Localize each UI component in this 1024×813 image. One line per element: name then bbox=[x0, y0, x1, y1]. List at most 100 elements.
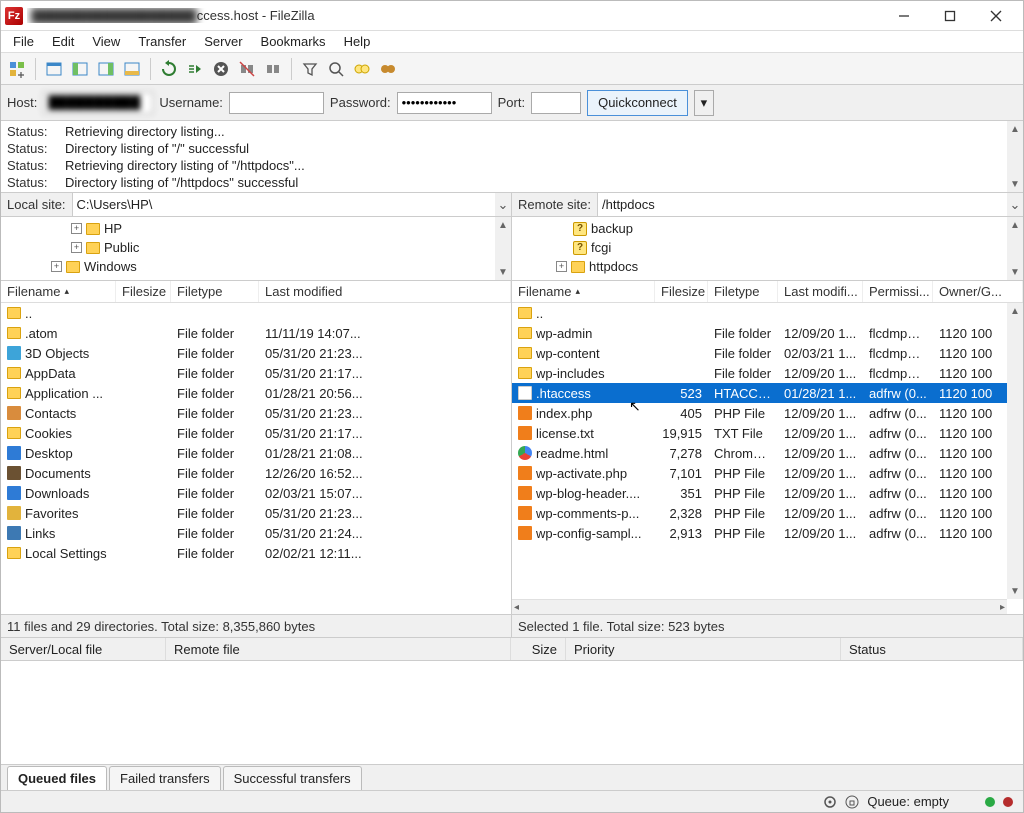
list-item[interactable]: index.php405PHP File12/09/20 1...adfrw (… bbox=[512, 403, 1023, 423]
tab-failed-transfers[interactable]: Failed transfers bbox=[109, 766, 221, 790]
menu-server[interactable]: Server bbox=[196, 32, 250, 51]
tree-item[interactable]: +Public bbox=[7, 238, 505, 257]
reconnect-icon[interactable] bbox=[261, 57, 285, 81]
list-item[interactable]: wp-activate.php7,101PHP File12/09/20 1..… bbox=[512, 463, 1023, 483]
refresh-icon[interactable] bbox=[157, 57, 181, 81]
list-item[interactable]: wp-comments-p...2,328PHP File12/09/20 1.… bbox=[512, 503, 1023, 523]
tree-item[interactable]: ?fcgi bbox=[518, 238, 1017, 257]
list-item[interactable]: wp-blog-header....351PHP File12/09/20 1.… bbox=[512, 483, 1023, 503]
settings-icon[interactable] bbox=[823, 795, 837, 809]
list-item[interactable]: wp-contentFile folder02/03/21 1...flcdmp… bbox=[512, 343, 1023, 363]
list-item[interactable]: readme.html7,278Chrome ...12/09/20 1...a… bbox=[512, 443, 1023, 463]
local-status: 11 files and 29 directories. Total size:… bbox=[1, 615, 511, 637]
local-filelist[interactable]: Filename▴ Filesize Filetype Last modifie… bbox=[1, 281, 511, 615]
search-icon[interactable] bbox=[324, 57, 348, 81]
local-site-input[interactable]: C:\Users\HP\ bbox=[73, 193, 495, 216]
col-filesize[interactable]: Filesize bbox=[655, 281, 708, 302]
queue-body[interactable] bbox=[1, 661, 1023, 764]
list-item[interactable]: ContactsFile folder05/31/20 21:23... bbox=[1, 403, 511, 423]
toggle-local-tree-icon[interactable] bbox=[68, 57, 92, 81]
sync-browse-icon[interactable] bbox=[376, 57, 400, 81]
list-item[interactable]: Local SettingsFile folder02/02/21 12:11.… bbox=[1, 543, 511, 563]
list-item[interactable]: .htaccess523HTACCE...01/28/21 1...adfrw … bbox=[512, 383, 1023, 403]
password-input[interactable] bbox=[397, 92, 492, 114]
col-filesize[interactable]: Filesize bbox=[116, 281, 171, 302]
chevron-down-icon[interactable]: ⌄ bbox=[1007, 197, 1023, 213]
col-owner[interactable]: Owner/G... bbox=[933, 281, 1023, 302]
list-item[interactable]: wp-config-sampl...2,913PHP File12/09/20 … bbox=[512, 523, 1023, 543]
list-item[interactable]: FavoritesFile folder05/31/20 21:23... bbox=[1, 503, 511, 523]
menu-bookmarks[interactable]: Bookmarks bbox=[253, 32, 334, 51]
port-input[interactable] bbox=[531, 92, 581, 114]
col-modified[interactable]: Last modified bbox=[259, 281, 511, 302]
tree-item[interactable]: ?backup bbox=[518, 219, 1017, 238]
list-item[interactable]: DownloadsFile folder02/03/21 15:07... bbox=[1, 483, 511, 503]
list-item[interactable]: .. bbox=[1, 303, 511, 323]
cancel-icon[interactable] bbox=[209, 57, 233, 81]
toggle-log-icon[interactable] bbox=[42, 57, 66, 81]
tab-successful-transfers[interactable]: Successful transfers bbox=[223, 766, 362, 790]
menu-view[interactable]: View bbox=[84, 32, 128, 51]
col-remote-file[interactable]: Remote file bbox=[166, 638, 511, 660]
menu-help[interactable]: Help bbox=[336, 32, 379, 51]
tab-queued-files[interactable]: Queued files bbox=[7, 766, 107, 790]
message-log[interactable]: Status:Retrieving directory listing...St… bbox=[1, 121, 1023, 193]
quickconnect-dropdown[interactable]: ▾ bbox=[694, 90, 714, 116]
toggle-remote-tree-icon[interactable] bbox=[94, 57, 118, 81]
list-item[interactable]: 3D ObjectsFile folder05/31/20 21:23... bbox=[1, 343, 511, 363]
col-filename[interactable]: Filename▴ bbox=[1, 281, 116, 302]
tree-item[interactable]: +HP bbox=[7, 219, 505, 238]
disconnect-icon[interactable] bbox=[235, 57, 259, 81]
list-item[interactable]: .atomFile folder11/11/19 14:07... bbox=[1, 323, 511, 343]
list-item[interactable]: wp-includesFile folder12/09/20 1...flcdm… bbox=[512, 363, 1023, 383]
quickconnect-button[interactable]: Quickconnect bbox=[587, 90, 688, 116]
list-item[interactable]: CookiesFile folder05/31/20 21:17... bbox=[1, 423, 511, 443]
col-status[interactable]: Status bbox=[841, 638, 1023, 660]
scrollbar[interactable]: ▲▼ bbox=[495, 217, 511, 280]
site-manager-icon[interactable] bbox=[5, 57, 29, 81]
tree-item[interactable]: +httpdocs bbox=[518, 257, 1017, 276]
col-priority[interactable]: Priority bbox=[566, 638, 841, 660]
menu-file[interactable]: File bbox=[5, 32, 42, 51]
password-label: Password: bbox=[330, 95, 391, 110]
username-input[interactable] bbox=[229, 92, 324, 114]
scrollbar[interactable]: ▲▼ bbox=[1007, 121, 1023, 192]
col-filename[interactable]: Filename▴ bbox=[512, 281, 655, 302]
remote-tree[interactable]: ?backup?fcgi+httpdocs ▲▼ bbox=[512, 217, 1023, 281]
col-server-local[interactable]: Server/Local file bbox=[1, 638, 166, 660]
col-permissions[interactable]: Permissi... bbox=[863, 281, 933, 302]
queue-status: Queue: empty bbox=[867, 794, 949, 809]
list-item[interactable]: DocumentsFile folder12/26/20 16:52... bbox=[1, 463, 511, 483]
scrollbar[interactable]: ▲▼ bbox=[1007, 303, 1023, 599]
filter-icon[interactable] bbox=[298, 57, 322, 81]
list-item[interactable]: Application ...File folder01/28/21 20:56… bbox=[1, 383, 511, 403]
tree-item[interactable]: +Windows bbox=[7, 257, 505, 276]
col-modified[interactable]: Last modifi... bbox=[778, 281, 863, 302]
local-tree[interactable]: +HP+Public+Windows ▲▼ bbox=[1, 217, 511, 281]
col-filetype[interactable]: Filetype bbox=[708, 281, 778, 302]
remote-pane: Remote site: /httpdocs ⌄ ?backup?fcgi+ht… bbox=[511, 193, 1023, 637]
process-queue-icon[interactable] bbox=[183, 57, 207, 81]
list-item[interactable]: .. bbox=[512, 303, 1023, 323]
hscrollbar[interactable]: ◂▸ bbox=[512, 599, 1007, 614]
col-size[interactable]: Size bbox=[511, 638, 566, 660]
col-filetype[interactable]: Filetype bbox=[171, 281, 259, 302]
list-item[interactable]: AppDataFile folder05/31/20 21:17... bbox=[1, 363, 511, 383]
toggle-queue-icon[interactable] bbox=[120, 57, 144, 81]
remote-filelist[interactable]: Filename▴ Filesize Filetype Last modifi.… bbox=[512, 281, 1023, 615]
list-item[interactable]: LinksFile folder05/31/20 21:24... bbox=[1, 523, 511, 543]
menu-transfer[interactable]: Transfer bbox=[130, 32, 194, 51]
host-input[interactable] bbox=[43, 92, 153, 114]
lock-icon[interactable] bbox=[845, 795, 859, 809]
maximize-button[interactable] bbox=[927, 1, 973, 31]
close-button[interactable] bbox=[973, 1, 1019, 31]
scrollbar[interactable]: ▲▼ bbox=[1007, 217, 1023, 280]
menu-edit[interactable]: Edit bbox=[44, 32, 82, 51]
remote-site-input[interactable]: /httpdocs bbox=[598, 193, 1007, 216]
minimize-button[interactable] bbox=[881, 1, 927, 31]
chevron-down-icon[interactable]: ⌄ bbox=[495, 197, 511, 213]
list-item[interactable]: wp-adminFile folder12/09/20 1...flcdmpe … bbox=[512, 323, 1023, 343]
compare-icon[interactable] bbox=[350, 57, 374, 81]
list-item[interactable]: license.txt19,915TXT File12/09/20 1...ad… bbox=[512, 423, 1023, 443]
list-item[interactable]: DesktopFile folder01/28/21 21:08... bbox=[1, 443, 511, 463]
